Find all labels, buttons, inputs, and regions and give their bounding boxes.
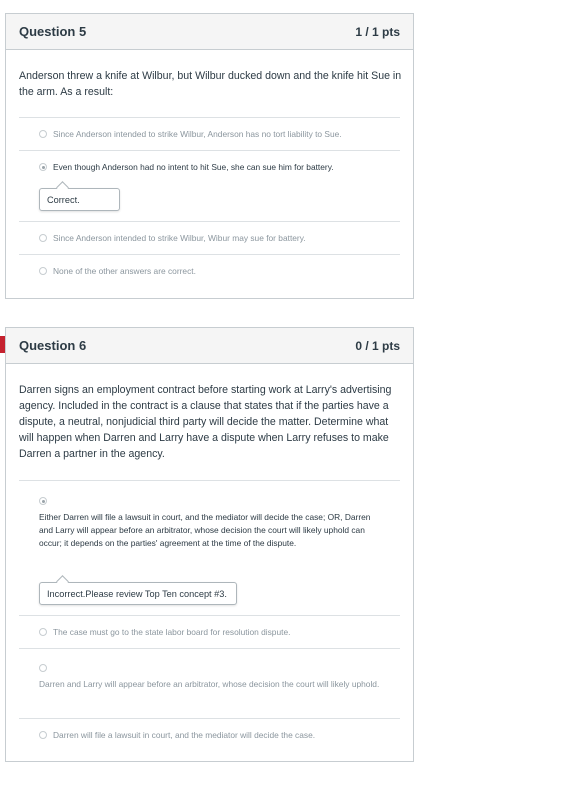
answer-label: Darren and Larry will appear before an a… bbox=[39, 679, 380, 689]
question-6-header: Question 6 0 / 1 pts bbox=[6, 328, 413, 364]
answer-option[interactable]: The case must go to the state labor boar… bbox=[19, 615, 400, 648]
question-6-title: Question 6 bbox=[19, 338, 87, 353]
question-5-text: Anderson threw a knife at Wilbur, but Wi… bbox=[19, 70, 402, 98]
radio-button[interactable] bbox=[39, 267, 47, 275]
answer-option[interactable]: Darren will file a lawsuit in court, and… bbox=[19, 718, 400, 751]
answer-label: None of the other answers are correct. bbox=[53, 266, 196, 276]
answer-label: Since Anderson intended to strike Wilbur… bbox=[53, 233, 306, 243]
answer-label: The case must go to the state labor boar… bbox=[53, 627, 291, 637]
feedback-incorrect: Incorrect.Please review Top Ten concept … bbox=[39, 582, 237, 605]
question-5-header: Question 5 1 / 1 pts bbox=[6, 14, 413, 50]
question-6-answers: Either Darren will file a lawsuit in cou… bbox=[19, 480, 400, 751]
answer-label: Since Anderson intended to strike Wilbur… bbox=[53, 129, 342, 139]
question-5-title: Question 5 bbox=[19, 24, 87, 39]
answer-option[interactable]: None of the other answers are correct. bbox=[19, 254, 400, 287]
answer-option[interactable]: Since Anderson intended to strike Wilbur… bbox=[19, 221, 400, 254]
question-6-points: 0 / 1 pts bbox=[355, 338, 400, 353]
question-6-text: Darren signs an employment contract befo… bbox=[19, 384, 392, 460]
answer-option[interactable]: Darren and Larry will appear before an a… bbox=[19, 648, 400, 718]
question-6-card: Question 6 0 / 1 pts Darren signs an emp… bbox=[5, 327, 414, 762]
radio-button[interactable] bbox=[39, 731, 47, 739]
feedback-correct: Correct. bbox=[39, 188, 120, 211]
radio-button[interactable] bbox=[39, 628, 47, 636]
radio-button[interactable] bbox=[39, 234, 47, 242]
question-5-answers: Since Anderson intended to strike Wilbur… bbox=[19, 117, 400, 287]
answer-label: Even though Anderson had no intent to hi… bbox=[53, 162, 334, 172]
radio-button-selected[interactable] bbox=[39, 163, 47, 171]
question-5-card: Question 5 1 / 1 pts Anderson threw a kn… bbox=[5, 13, 414, 299]
answer-option-selected[interactable]: Either Darren will file a lawsuit in cou… bbox=[19, 480, 400, 615]
question-5-points: 1 / 1 pts bbox=[355, 24, 400, 39]
answer-option[interactable]: Since Anderson intended to strike Wilbur… bbox=[19, 117, 400, 150]
radio-button[interactable] bbox=[39, 130, 47, 138]
answer-option-selected[interactable]: Even though Anderson had no intent to hi… bbox=[19, 150, 400, 221]
radio-button-selected[interactable] bbox=[39, 497, 47, 505]
radio-button[interactable] bbox=[39, 664, 47, 672]
answer-label: Either Darren will file a lawsuit in cou… bbox=[39, 512, 371, 548]
answer-label: Darren will file a lawsuit in court, and… bbox=[53, 730, 316, 740]
